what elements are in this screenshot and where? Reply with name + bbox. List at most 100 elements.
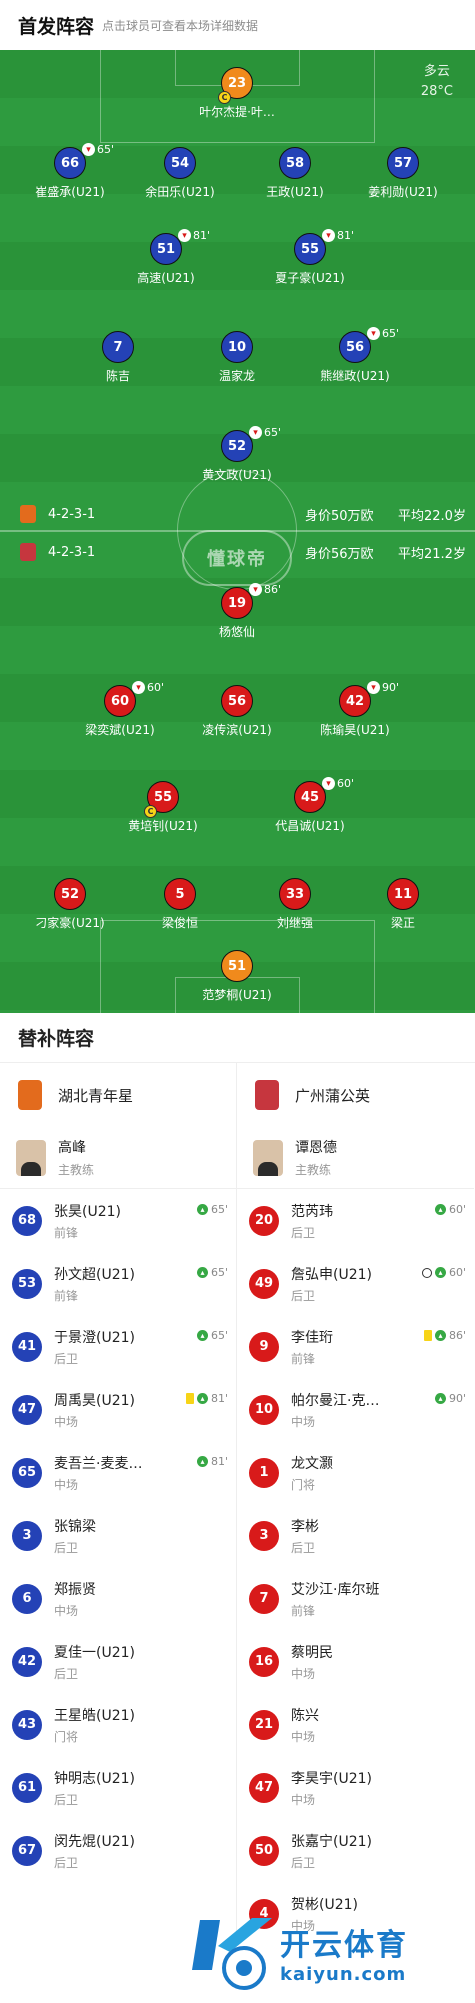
- sub-number-disc: 10: [249, 1394, 279, 1425]
- pitch-player[interactable]: 57 姜利勋(U21): [343, 147, 463, 200]
- pitch-player[interactable]: 42 ▾ 90' 陈瑜昊(U21): [295, 681, 415, 738]
- pitch-player[interactable]: 51 范梦桐(U21): [177, 950, 297, 1003]
- yellow-card-icon: [423, 1330, 432, 1341]
- sub-position: 前锋: [291, 1603, 316, 1618]
- away-crest-icon: [20, 543, 36, 561]
- pitch-player[interactable]: 66 ▾ 65' 崔盛承(U21): [10, 143, 130, 200]
- sub-player-row[interactable]: 1 龙文灏 门将: [237, 1441, 474, 1504]
- sub-player-row[interactable]: 16 蔡明民 中场: [237, 1630, 474, 1693]
- sub-player-row[interactable]: 10 帕尔曼江·克… 中场 ▴ 90': [237, 1378, 474, 1441]
- subs-section: 湖北青年星 高峰 主教练 68 张昊(U21) 前锋 ▴ 65' 53 孙文超(U21) 前锋…: [0, 1063, 475, 1945]
- sub-player-row[interactable]: 20 范芮玮 后卫 ▴ 60': [237, 1189, 474, 1252]
- event-minute: 90': [382, 681, 400, 694]
- sub-number-disc: 9: [249, 1331, 279, 1362]
- sub-minute: 86': [448, 1329, 466, 1342]
- sub-number-disc: 6: [12, 1583, 42, 1614]
- kaiyun-cn: 开云体育: [280, 1927, 408, 1963]
- pitch-player[interactable]: 58 王政(U21): [235, 147, 355, 200]
- pitch-player[interactable]: 10 温家龙: [177, 331, 297, 384]
- pitch-player[interactable]: 23 C 叶尔杰提·叶…: [177, 67, 297, 120]
- sub-in-icon: ▴: [434, 1330, 446, 1341]
- pitch-player[interactable]: 45 ▾ 60' 代昌诚(U21): [250, 777, 370, 834]
- pitch-player[interactable]: 51 ▾ 81' 高速(U21): [106, 229, 226, 286]
- away-coach[interactable]: 谭恩德 主教练: [237, 1127, 474, 1189]
- player-number-disc: 10: [221, 331, 253, 363]
- sub-position: 中场: [54, 1477, 79, 1492]
- sub-name: 张锦梁: [54, 1518, 96, 1535]
- sub-out-icon: ▾: [82, 143, 95, 156]
- sub-player-row[interactable]: 3 张锦梁 后卫: [0, 1504, 236, 1567]
- sub-number-disc: 21: [249, 1709, 279, 1740]
- player-event: ▾ 60': [132, 681, 164, 694]
- home-team-summary: 4-2-3-1 身价50万欧 平均22.0岁: [0, 502, 475, 526]
- pitch-player[interactable]: 11 梁正: [343, 878, 463, 931]
- sub-position: 后卫: [54, 1855, 79, 1870]
- sub-event: ▴ 65': [196, 1203, 228, 1216]
- sub-event: ▴ 81': [185, 1392, 228, 1405]
- sub-player-row[interactable]: 49 詹弘申(U21) 后卫 ▴ 60': [237, 1252, 474, 1315]
- sub-name: 范芮玮: [291, 1203, 333, 1220]
- sub-name: 钟明志(U21): [54, 1770, 135, 1787]
- sub-player-row[interactable]: 65 麦吾兰·麦麦… 中场 ▴ 81': [0, 1441, 236, 1504]
- sub-event: ▴ 86': [423, 1329, 466, 1342]
- sub-out-icon: ▾: [178, 229, 191, 242]
- sub-position: 前锋: [54, 1225, 79, 1240]
- sub-name: 麦吾兰·麦麦…: [54, 1455, 143, 1472]
- sub-player-row[interactable]: 50 张嘉宁(U21) 后卫: [237, 1819, 474, 1882]
- pitch-player[interactable]: 55 ▾ 81' 夏子豪(U21): [250, 229, 370, 286]
- home-formation: 4-2-3-1: [48, 506, 96, 522]
- home-crest-icon: [18, 1080, 42, 1110]
- sub-name: 夏佳一(U21): [54, 1644, 135, 1661]
- sub-player-row[interactable]: 47 李昊宇(U21) 中场: [237, 1756, 474, 1819]
- away-subs-team[interactable]: 广州蒲公英: [237, 1063, 474, 1127]
- weather-temp: 28°C: [420, 84, 453, 99]
- sub-player-row[interactable]: 61 钟明志(U21) 后卫: [0, 1756, 236, 1819]
- pitch-player[interactable]: 54 余田乐(U21): [120, 147, 240, 200]
- sub-out-icon: ▾: [132, 681, 145, 694]
- kaiyun-logo-icon: [190, 1910, 274, 1994]
- sub-player-row[interactable]: 9 李佳珩 前锋 ▴ 86': [237, 1315, 474, 1378]
- player-name: 崔盛承(U21): [35, 185, 105, 199]
- player-event: ▾ 65': [82, 143, 114, 156]
- sub-player-row[interactable]: 47 周禹昊(U21) 中场 ▴ 81': [0, 1378, 236, 1441]
- sub-player-row[interactable]: 6 郑振贤 中场: [0, 1567, 236, 1630]
- sub-player-row[interactable]: 68 张昊(U21) 前锋 ▴ 65': [0, 1189, 236, 1252]
- player-name: 熊继政(U21): [320, 369, 390, 383]
- sub-player-row[interactable]: 43 王星皓(U21) 门将: [0, 1693, 236, 1756]
- sub-position: 后卫: [291, 1855, 316, 1870]
- sub-player-row[interactable]: 3 李彬 后卫: [237, 1504, 474, 1567]
- player-name: 黄文政(U21): [202, 468, 272, 482]
- sub-in-icon: ▴: [196, 1393, 208, 1404]
- sub-number-disc: 20: [249, 1205, 279, 1236]
- pitch-player[interactable]: 56 凌传滨(U21): [177, 685, 297, 738]
- sub-player-row[interactable]: 42 夏佳一(U21) 后卫: [0, 1630, 236, 1693]
- sub-player-row[interactable]: 53 孙文超(U21) 前锋 ▴ 65': [0, 1252, 236, 1315]
- sub-number-disc: 42: [12, 1646, 42, 1677]
- sub-minute: 65': [210, 1329, 228, 1342]
- sub-minute: 81': [210, 1455, 228, 1468]
- sub-in-icon: ▴: [196, 1267, 208, 1278]
- goal-icon: [421, 1267, 432, 1278]
- sub-name: 于景澄(U21): [54, 1329, 135, 1346]
- home-subs-team[interactable]: 湖北青年星: [0, 1063, 236, 1127]
- pitch-player[interactable]: 52 ▾ 65' 黄文政(U21): [177, 426, 297, 483]
- pitch-player[interactable]: 5 梁俊恒: [120, 878, 240, 931]
- home-coach[interactable]: 高峰 主教练: [0, 1127, 236, 1189]
- sub-player-row[interactable]: 21 陈兴 中场: [237, 1693, 474, 1756]
- pitch-player[interactable]: 52 刁家豪(U21): [10, 878, 130, 931]
- pitch-player[interactable]: 60 ▾ 60' 梁奕斌(U21): [60, 681, 180, 738]
- sub-player-row[interactable]: 7 艾沙江·库尔班 前锋: [237, 1567, 474, 1630]
- pitch-player[interactable]: 55 C 黄培钊(U21): [103, 781, 223, 834]
- sub-event: ▴ 65': [196, 1329, 228, 1342]
- sub-player-row[interactable]: 67 闵先焜(U21) 后卫: [0, 1819, 236, 1882]
- pitch-player[interactable]: 56 ▾ 65' 熊继政(U21): [295, 327, 415, 384]
- pitch-player[interactable]: 19 ▾ 86' 杨悠仙: [177, 583, 297, 640]
- pitch-player[interactable]: 7 陈吉: [58, 331, 178, 384]
- sub-player-row[interactable]: 41 于景澄(U21) 后卫 ▴ 65': [0, 1315, 236, 1378]
- captain-icon: C: [218, 91, 231, 104]
- player-name: 夏子豪(U21): [275, 271, 345, 285]
- player-name: 刘继强: [276, 916, 313, 930]
- pitch-player[interactable]: 33 刘继强: [235, 878, 355, 931]
- player-event: ▾ 90': [367, 681, 399, 694]
- sub-minute: 90': [448, 1392, 466, 1405]
